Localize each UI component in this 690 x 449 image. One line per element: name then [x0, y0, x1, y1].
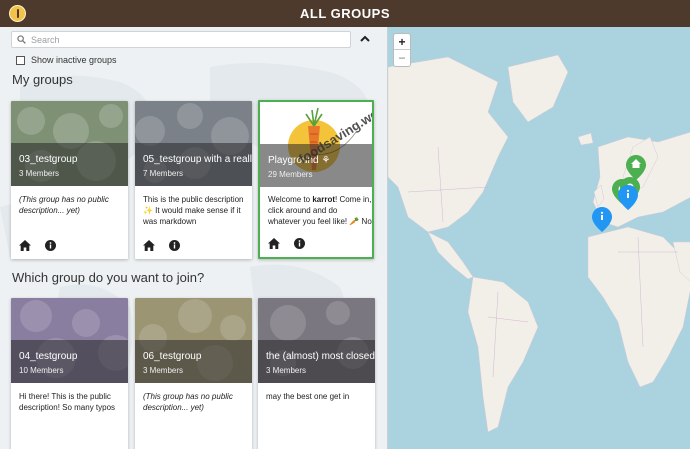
sprout-icon: ⚘ [321, 155, 331, 166]
page-title: ALL GROUPS [300, 6, 390, 21]
group-name: 03_testgroup [19, 154, 78, 165]
group-description-bold: karrot [312, 195, 335, 204]
join-groups-heading: Which group do you want to join? [12, 270, 205, 285]
group-members: 29 Members [268, 170, 313, 179]
group-card[interactable]: 06_testgroup 3 Members (This group has n… [135, 298, 252, 449]
group-name: 06_testgroup [143, 351, 202, 362]
group-description: may the best one get in [266, 392, 350, 401]
group-card-current[interactable]: Playground ⚘ 29 Members foodsaving.world… [258, 100, 374, 259]
home-icon[interactable] [143, 239, 155, 251]
info-icon[interactable] [169, 239, 180, 251]
chevron-up-icon[interactable] [358, 33, 372, 45]
group-members: 3 Members [143, 366, 184, 375]
group-description: Welcome to karrot! Come in, click around… [268, 194, 372, 232]
group-card[interactable]: 04_testgroup 10 Members Hi there! This i… [11, 298, 128, 449]
group-members: 10 Members [19, 366, 64, 375]
group-card[interactable]: 03_testgroup 3 Members (This group has n… [11, 101, 128, 259]
group-description: This is the public description ✨ It woul… [143, 195, 244, 226]
group-card-header: Playground ⚘ 29 Members foodsaving.world [260, 102, 372, 187]
group-members: 7 Members [143, 169, 184, 178]
info-icon[interactable] [294, 237, 305, 249]
group-card-header: 05_testgroup with a really 7 Members [135, 101, 252, 186]
my-groups-heading: My groups [12, 72, 73, 87]
group-card-header: 06_testgroup 3 Members [135, 298, 252, 383]
home-icon[interactable] [19, 239, 31, 251]
search-field[interactable] [11, 31, 351, 48]
group-card-header: 03_testgroup 3 Members [11, 101, 128, 186]
group-card[interactable]: the (almost) most closed 3 Members may t… [258, 298, 375, 449]
show-inactive-label: Show inactive groups [31, 55, 117, 65]
group-name: 05_testgroup with a really [143, 154, 252, 165]
show-inactive-toggle[interactable]: Show inactive groups [16, 54, 117, 66]
map-marker-info[interactable] [618, 185, 638, 210]
group-name: 04_testgroup [19, 351, 78, 362]
show-inactive-checkbox[interactable] [16, 55, 25, 65]
group-card[interactable]: 05_testgroup with a really 7 Members Thi… [135, 101, 252, 259]
group-description: (This group has no public description...… [19, 195, 109, 215]
groups-panel: Show inactive groups My groups 03_testgr… [0, 27, 387, 449]
top-bar: ALL GROUPS [0, 0, 690, 27]
info-icon[interactable] [45, 239, 56, 251]
group-card-header: the (almost) most closed 3 Members [258, 298, 375, 383]
group-description-pre: Welcome to [268, 195, 313, 204]
search-icon [17, 35, 26, 44]
group-card-header: 04_testgroup 10 Members [11, 298, 128, 383]
group-members: 3 Members [19, 169, 60, 178]
map-markers [592, 155, 646, 232]
group-description: (This group has no public description...… [143, 392, 233, 412]
search-input[interactable] [31, 33, 341, 46]
map-marker-info[interactable] [592, 207, 612, 232]
group-name: the (almost) most closed [266, 351, 375, 362]
world-map[interactable]: + − [387, 27, 690, 449]
group-members: 3 Members [266, 366, 307, 375]
group-description: Hi there! This is the public description… [19, 392, 116, 412]
map-marker-home[interactable] [626, 155, 646, 180]
home-icon[interactable] [268, 237, 280, 249]
